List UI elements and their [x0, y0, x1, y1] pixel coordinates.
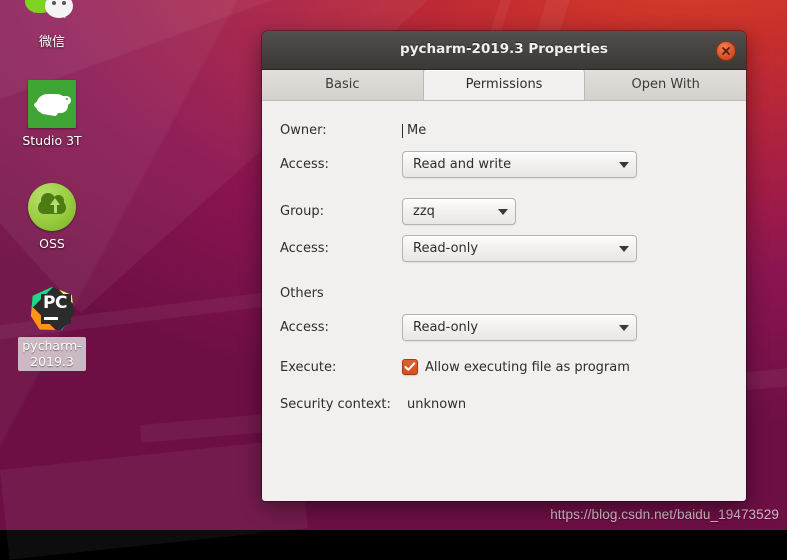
- chevron-down-icon: [619, 161, 629, 168]
- dialog-tabbar: Basic Permissions Open With: [262, 70, 746, 101]
- oss-cloud-icon: [28, 183, 76, 231]
- execute-row: Execute: Allow executing file as program: [262, 359, 746, 375]
- permissions-panel: Owner: Me Access: Read and write Group: …: [262, 101, 746, 501]
- dialog-titlebar[interactable]: pycharm-2019.3 Properties: [262, 31, 746, 70]
- others-access-label: Access:: [280, 320, 329, 335]
- desktop-icon-label: Studio 3T: [22, 133, 82, 148]
- group-dropdown[interactable]: zzq: [402, 198, 516, 225]
- chevron-down-icon: [619, 245, 629, 252]
- security-context-row: Security context: unknown: [262, 393, 746, 415]
- others-access-value: Read-only: [413, 320, 479, 335]
- close-icon[interactable]: [716, 41, 736, 61]
- tab-open-with[interactable]: Open With: [585, 70, 746, 100]
- desktop-icon-label: OSS: [39, 236, 65, 251]
- desktop-icon-pycharm[interactable]: PC pycharm- 2019.3: [4, 285, 100, 371]
- others-row: Others: [262, 282, 746, 304]
- properties-dialog: pycharm-2019.3 Properties Basic Permissi…: [262, 31, 746, 501]
- desktop-icon-studio3t[interactable]: Studio 3T: [4, 80, 100, 149]
- group-access-row: Access: Read-only: [262, 235, 746, 262]
- group-access-value: Read-only: [413, 241, 479, 256]
- group-value: zzq: [413, 204, 435, 219]
- allow-execute-label: Allow executing file as program: [425, 359, 630, 375]
- studio3t-icon: [28, 80, 76, 128]
- dialog-title: pycharm-2019.3 Properties: [400, 41, 608, 57]
- others-access-dropdown[interactable]: Read-only: [402, 314, 637, 341]
- chevron-down-icon: [498, 208, 508, 215]
- desktop-icon-label: pycharm- 2019.3: [18, 337, 86, 371]
- owner-row: Owner: Me: [262, 119, 746, 141]
- group-access-dropdown[interactable]: Read-only: [402, 235, 637, 262]
- pycharm-icon: PC: [28, 285, 76, 333]
- group-row: Group: zzq: [262, 198, 746, 225]
- others-access-row: Access: Read-only: [262, 314, 746, 341]
- wechat-icon: [24, 0, 80, 30]
- desktop-icon-label-line2: 2019.3: [30, 354, 74, 369]
- execute-label: Execute:: [280, 359, 337, 375]
- watermark-url: https://blog.csdn.net/baidu_19473529: [550, 507, 779, 522]
- security-context-label: Security context:: [280, 396, 391, 412]
- tab-permissions[interactable]: Permissions: [423, 70, 586, 100]
- desktop-icon-label: 微信: [38, 35, 65, 50]
- owner-access-value: Read and write: [413, 157, 512, 172]
- tab-basic[interactable]: Basic: [262, 70, 424, 100]
- desktop-icon-label-line1: pycharm-: [22, 338, 82, 353]
- owner-access-dropdown[interactable]: Read and write: [402, 151, 637, 178]
- owner-access-label: Access:: [280, 157, 329, 172]
- desktop-icon-wechat[interactable]: 微信: [4, 0, 100, 51]
- others-label: Others: [280, 285, 324, 301]
- owner-access-row: Access: Read and write: [262, 151, 746, 178]
- group-label: Group:: [280, 204, 324, 219]
- chevron-down-icon: [619, 324, 629, 331]
- owner-label: Owner:: [280, 122, 327, 138]
- owner-value: Me: [402, 123, 426, 138]
- group-access-label: Access:: [280, 241, 329, 256]
- allow-execute-checkbox[interactable]: [402, 359, 418, 375]
- desktop-icon-oss[interactable]: OSS: [4, 183, 100, 252]
- security-context-value: unknown: [407, 396, 467, 412]
